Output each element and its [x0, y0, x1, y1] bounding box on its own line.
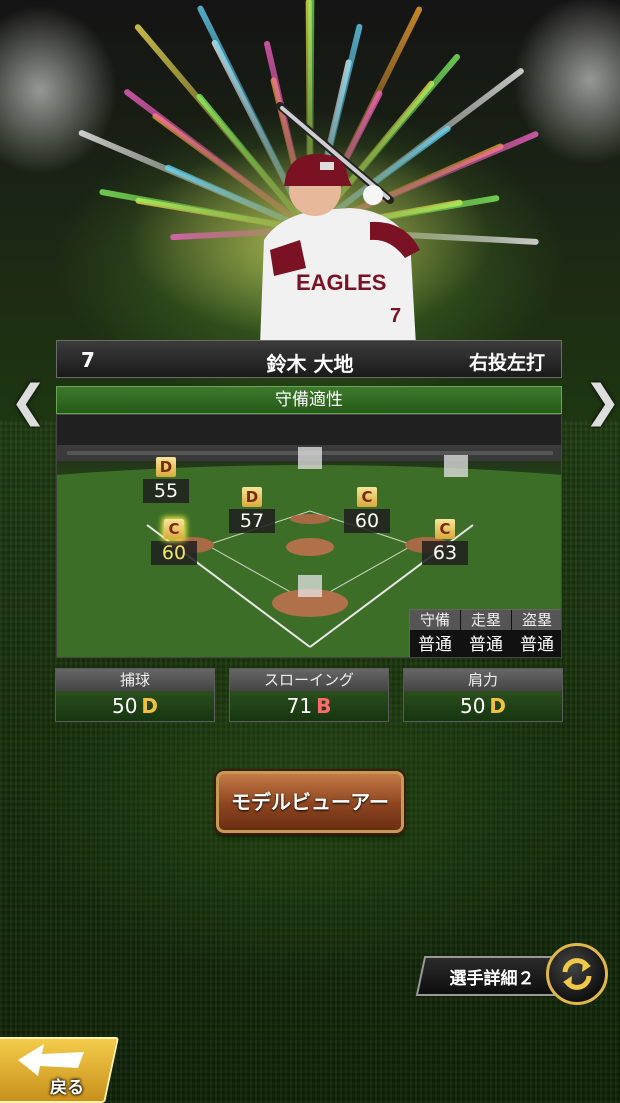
position-left-field: D 55 [143, 457, 189, 503]
ability-value: 普通 [469, 635, 503, 655]
position-grade: D [242, 487, 262, 507]
position-grade: C [164, 519, 184, 539]
position-grade: C [435, 519, 455, 539]
back-label[interactable]: 戻る [50, 1073, 84, 1098]
player-image: EAGLES 7 [240, 100, 430, 345]
position-third-base: C 60 [151, 519, 197, 565]
position-value: 55 [143, 479, 189, 503]
defense-field-panel: D 55 D 57 C 60 C 60 C 63 守備 走塁 盗塁 普通 普通 … [56, 414, 562, 658]
stat-value: 50 [459, 694, 486, 718]
ability-value: 普通 [520, 635, 554, 655]
position-grade: D [156, 457, 176, 477]
stat-arm-strength: 肩力 50 D [403, 668, 563, 722]
catcher-empty-slot [298, 575, 322, 597]
stat-value: 71 [286, 694, 313, 718]
position-grade: C [357, 487, 377, 507]
ability-header: 守備 [410, 610, 460, 630]
stat-value: 50 [111, 694, 138, 718]
position-value: 57 [229, 509, 275, 533]
stat-value-row: 50 D [404, 691, 562, 721]
ability-header: 盗塁 [512, 610, 561, 630]
position-value: 63 [422, 541, 468, 565]
svg-text:EAGLES: EAGLES [296, 270, 386, 295]
stat-label: 肩力 [404, 669, 562, 691]
position-first-base: C 63 [422, 519, 468, 565]
svg-text:7: 7 [390, 305, 401, 327]
chevron-right-icon[interactable]: ❯ [584, 380, 620, 424]
section-title: 守備適性 [56, 386, 562, 414]
chevron-left-icon[interactable]: ❮ [10, 380, 47, 424]
stat-throwing: スローイング 71 B [229, 668, 389, 722]
position-shortstop: D 57 [229, 487, 275, 533]
stat-label: 捕球 [56, 669, 214, 691]
center-field-empty-slot [298, 447, 322, 469]
stat-catching: 捕球 50 D [55, 668, 215, 722]
ability-header: 走塁 [461, 610, 511, 630]
right-field-empty-slot [444, 455, 468, 477]
player-name-bar: 7 鈴木 大地 右投左打 [56, 340, 562, 378]
model-viewer-button[interactable]: モデルビューアー [216, 771, 404, 833]
position-second-base: C 60 [344, 487, 390, 533]
player-handedness: 右投左打 [468, 352, 545, 374]
position-value: 60 [151, 541, 197, 565]
ability-table: 守備 走塁 盗塁 普通 普通 普通 [409, 609, 561, 657]
switch-icon[interactable] [546, 943, 608, 1005]
player-detail-label[interactable]: 選手詳細２ [432, 964, 552, 989]
stat-rank: D [141, 694, 159, 718]
ability-value: 普通 [418, 635, 452, 655]
stat-rank: D [489, 694, 507, 718]
stat-value-row: 50 D [56, 691, 214, 721]
stat-value-row: 71 B [230, 691, 388, 721]
stat-label: スローイング [230, 669, 388, 691]
position-value: 60 [344, 509, 390, 533]
stat-rank: B [316, 694, 332, 718]
